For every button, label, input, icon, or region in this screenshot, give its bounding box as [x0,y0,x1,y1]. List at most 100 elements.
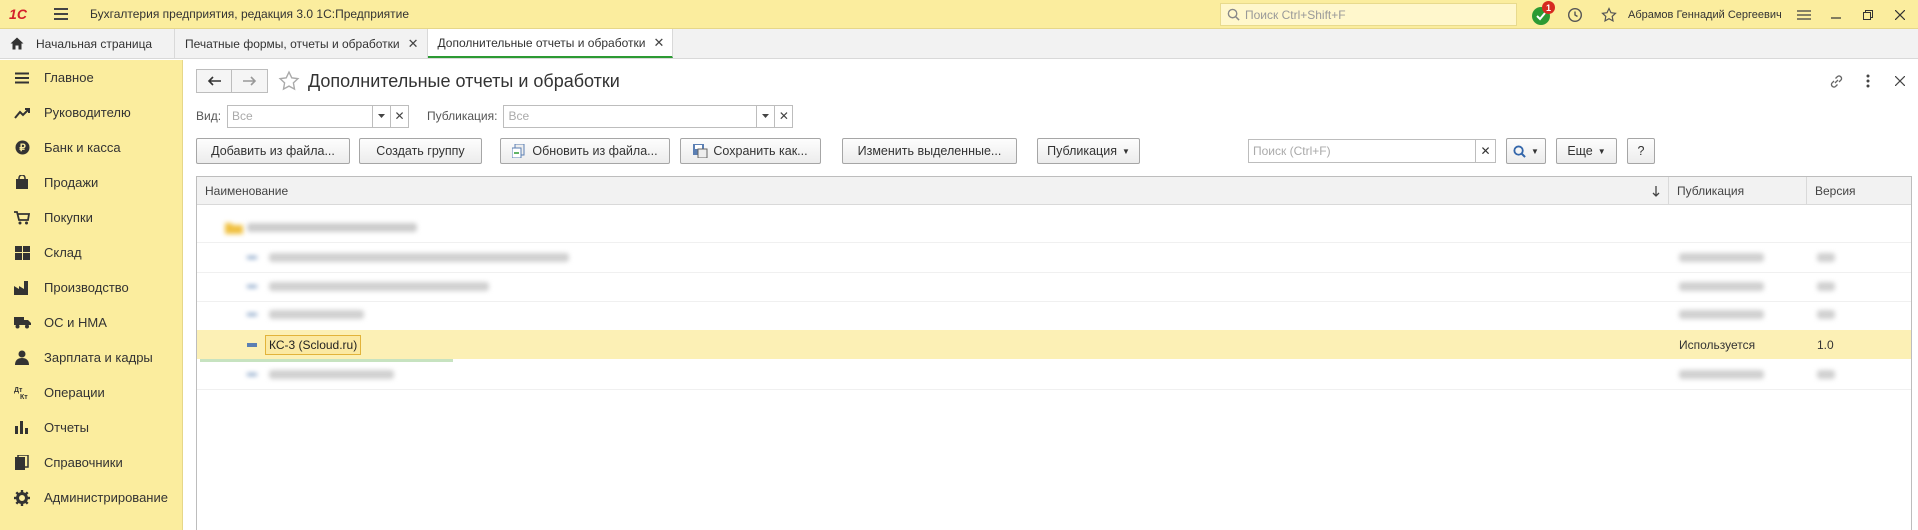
blurred-version [1817,272,1835,301]
tab-close-icon[interactable]: ✕ [653,35,664,51]
tab-home-label: Начальная страница [36,36,153,51]
blurred-publication [1679,243,1764,272]
table-row[interactable] [197,272,1911,301]
sidebar-item-main[interactable]: Главное [0,60,182,95]
blurred-item-icon [247,243,257,272]
list-search-input[interactable]: Поиск (Ctrl+F) ✕ [1248,139,1496,163]
publication-value: Все [508,109,530,123]
sidebar-item-admin[interactable]: Администрирование [0,480,182,515]
sidebar-item-bank[interactable]: ₽ Банк и касса [0,130,182,165]
truck-icon [13,314,31,332]
column-header-name[interactable]: Наименование [197,177,1669,205]
change-selected-button[interactable]: Изменить выделенные... [842,138,1017,164]
blurred-publication [1679,300,1764,329]
svg-text:Дт: Дт [14,387,23,394]
vid-clear-icon[interactable]: ✕ [391,104,410,128]
sidebar-item-production[interactable]: Производство [0,270,182,305]
link-icon[interactable] [1824,70,1848,92]
blurred-item-icon [247,300,257,329]
dropdown-arrow-icon: ▼ [1121,146,1130,156]
chevron-down-icon[interactable] [756,105,774,127]
sidebar-item-label: Производство [44,280,129,295]
table-row-group[interactable] [197,213,1911,242]
sidebar-item-operations[interactable]: Дт Кт Операции [0,375,182,410]
publication-menu-button[interactable]: Публикация ▼ [1037,138,1140,164]
restore-icon[interactable] [1852,0,1884,29]
global-search-placeholder: Поиск Ctrl+Shift+F [1245,7,1346,22]
forward-button[interactable] [232,69,268,93]
column-header-publication[interactable]: Публикация [1669,177,1807,205]
more-button[interactable]: Еще ▼ [1556,138,1617,164]
tab-print-forms[interactable]: Печатные формы, отчеты и обработки ✕ [175,29,428,58]
svg-text:Кт: Кт [20,394,28,400]
sidebar-item-directories[interactable]: Справочники [0,445,182,480]
main-menu-icon[interactable] [50,0,72,29]
notification-badge: 1 [1542,1,1555,14]
item-name-cell[interactable]: КС-3 (Scloud.ru) [265,330,362,359]
sidebar-item-sales[interactable]: Продажи [0,165,182,200]
sidebar-item-label: Склад [44,245,82,260]
tab-label: Дополнительные отчеты и обработки [437,35,646,50]
favorite-star-icon[interactable] [278,70,300,92]
more-options-icon[interactable] [1856,70,1880,92]
sidebar-item-label: Операции [44,385,105,400]
user-name[interactable]: Абрамов Геннадий Сергеевич [1628,0,1782,29]
close-window-icon[interactable] [1884,0,1916,29]
table-row[interactable] [197,243,1911,272]
save-as-button[interactable]: Сохранить как... [680,138,821,164]
title-bar: 1С Бухгалтерия предприятия, редакция 3.0… [0,0,1918,29]
sidebar-item-manager[interactable]: Руководителю [0,95,182,130]
notifications-icon[interactable]: 1 [1524,0,1558,29]
dropdown-arrow-icon: ▼ [1531,146,1539,156]
settings-menu-icon[interactable] [1788,0,1820,29]
tab-home[interactable]: Начальная страница [0,29,175,58]
favorites-icon[interactable] [1592,0,1626,29]
chevron-down-icon[interactable] [372,105,390,127]
save-as-label: Сохранить как... [713,144,808,158]
sidebar-item-warehouse[interactable]: Склад [0,235,182,270]
sidebar-item-reports[interactable]: Отчеты [0,410,182,445]
ruble-icon: ₽ [13,139,31,157]
history-icon[interactable] [1558,0,1592,29]
tab-close-icon[interactable]: ✕ [408,36,419,52]
table-row-selected[interactable]: КС-3 (Scloud.ru) Используется 1.0 [197,330,1911,359]
sort-down-icon[interactable] [1652,177,1660,205]
blurred-group-name [247,213,427,242]
add-from-file-button[interactable]: Добавить из файла... [196,138,350,164]
more-button-label: Еще [1567,144,1593,158]
tab-additional-reports[interactable]: Дополнительные отчеты и обработки ✕ [427,29,674,58]
sidebar-item-fixed-assets[interactable]: ОС и НМА [0,305,182,340]
create-group-button[interactable]: Создать группу [359,138,482,164]
sidebar-item-label: Руководителю [44,105,131,120]
global-search-input[interactable]: Поиск Ctrl+Shift+F [1220,3,1517,26]
table-row[interactable] [197,360,1911,389]
close-form-icon[interactable] [1888,70,1912,92]
sidebar-item-purchases[interactable]: Покупки [0,200,182,235]
sidebar-item-salary[interactable]: Зарплата и кадры [0,340,182,375]
publication-select[interactable]: Все [503,104,776,128]
folder-icon [225,213,243,242]
warehouse-icon [13,244,31,262]
vid-select[interactable]: Все [227,104,392,128]
back-button[interactable] [196,69,232,93]
minimize-icon[interactable] [1820,0,1852,29]
person-icon [13,349,31,367]
update-from-file-label: Обновить из файла... [532,144,658,158]
sidebar-item-label: Администрирование [44,490,168,505]
help-button[interactable]: ? [1627,138,1655,164]
search-clear-icon[interactable]: ✕ [1475,140,1495,162]
table-row[interactable] [197,300,1911,329]
update-from-file-button[interactable]: Обновить из файла... [500,138,670,164]
dt-kt-icon: Дт Кт [13,384,31,402]
publication-clear-icon[interactable]: ✕ [775,104,794,128]
blurred-item-name [269,360,394,389]
blurred-item-name [269,300,364,329]
column-header-version[interactable]: Версия [1807,177,1911,205]
search-options-button[interactable]: ▼ [1506,138,1546,164]
reports-table[interactable]: Наименование Публикация Версия КС-3 (Scl… [196,176,1912,530]
bag-icon [13,174,31,192]
home-icon [10,37,24,50]
sidebar-item-label: Справочники [44,455,123,470]
sidebar-item-label: ОС и НМА [44,315,107,330]
svg-text:₽: ₽ [19,143,26,154]
